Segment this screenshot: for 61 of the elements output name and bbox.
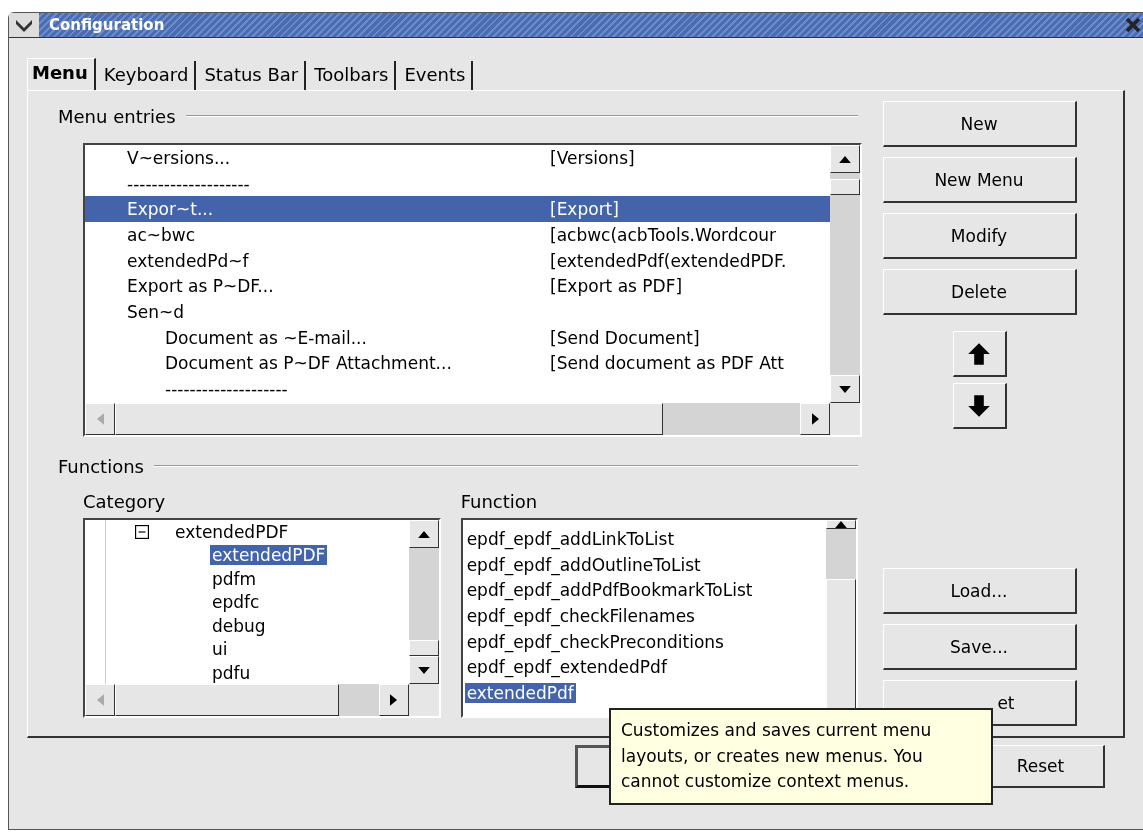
tree-item[interactable]: pdfu xyxy=(210,662,253,683)
tab[interactable]: Menu xyxy=(27,58,96,90)
down-arrow-icon xyxy=(967,393,991,418)
menu-entry-row[interactable]: V~ersions... [Versions] xyxy=(85,145,830,171)
scrollbar-corner xyxy=(408,684,439,716)
function-item[interactable]: epdf_epdf_extendedPdf xyxy=(464,657,669,678)
menu-entry-row[interactable]: Document as ~E-mail... [Send Document] xyxy=(85,324,830,351)
menu-entry-row[interactable]: Expor~t... [Export] xyxy=(85,196,830,223)
up-arrow-icon[interactable] xyxy=(417,530,430,538)
scroll-thumb[interactable] xyxy=(115,403,663,435)
right-arrow-icon[interactable] xyxy=(811,413,819,425)
scroll-thumb[interactable] xyxy=(830,179,860,195)
up-arrow-icon[interactable] xyxy=(835,521,847,528)
move-down-button[interactable] xyxy=(952,383,1007,429)
menu-entry-row[interactable]: ac~bwc [acbwc(acbTools.Wordcour xyxy=(85,222,830,248)
up-arrow-icon[interactable] xyxy=(839,155,851,163)
tree-item[interactable]: extendedPDF xyxy=(210,545,328,566)
function-item[interactable]: extendedPdf xyxy=(464,682,576,703)
vertical-scrollbar[interactable] xyxy=(830,145,860,403)
dialog-button[interactable]: New Menu xyxy=(882,157,1077,203)
down-arrow-icon[interactable] xyxy=(417,666,430,674)
vertical-scrollbar[interactable] xyxy=(408,520,439,684)
function-item[interactable]: epdf_epdf_addLinkToList xyxy=(464,528,677,549)
menu-entry-row[interactable]: Sen~d xyxy=(85,299,830,325)
chevron-icon[interactable] xyxy=(9,13,39,37)
dialog-button[interactable]: Save... xyxy=(882,624,1077,670)
menu-entry-row[interactable]: Document as P~DF Attachment... [Send document as PDF Att xyxy=(85,350,830,377)
move-up-button[interactable] xyxy=(952,331,1007,377)
tree-item[interactable]: ui xyxy=(210,639,230,660)
dialog-button[interactable]: Load... xyxy=(882,568,1077,614)
tooltip: Customizes and saves current menu layouts, or creates new menus. You cannot customize context menus. xyxy=(609,708,993,805)
right-arrow-icon[interactable] xyxy=(390,694,398,706)
horizontal-scrollbar[interactable] xyxy=(85,403,860,435)
menu-entry-row[interactable]: Export as P~DF... [Export as PDF] xyxy=(85,273,830,300)
tree-item[interactable]: pdfm xyxy=(210,568,259,589)
function-item[interactable]: epdf_epdf_checkFilenames xyxy=(464,605,697,626)
menu-entry-row[interactable]: -------------------- xyxy=(85,170,830,197)
scroll-thumb[interactable] xyxy=(408,640,439,656)
horizontal-scrollbar[interactable] xyxy=(85,684,439,716)
function-item[interactable]: epdf_epdf_addPdfBookmarkToList xyxy=(464,580,755,601)
up-arrow-icon xyxy=(967,341,991,366)
list-label: Function xyxy=(460,491,539,512)
dialog-button[interactable]: Modify xyxy=(882,213,1077,259)
tree-item[interactable]: extendedPDF xyxy=(173,521,291,542)
window-title: Configuration xyxy=(49,16,166,34)
function-item[interactable]: epdf_epdf_addOutlineToList xyxy=(464,554,703,575)
collapse-icon[interactable] xyxy=(135,524,149,539)
list-label: Category xyxy=(83,491,167,512)
scroll-thumb[interactable] xyxy=(115,684,340,716)
menu-entry-row[interactable]: -------------------- xyxy=(85,376,830,402)
dialog-button[interactable]: New xyxy=(882,101,1077,147)
function-item[interactable]: epdf_epdf_checkPreconditions xyxy=(464,631,726,652)
group-label: Menu entries xyxy=(58,105,176,127)
down-arrow-icon[interactable] xyxy=(839,385,851,393)
scrollbar-corner xyxy=(830,403,860,435)
dialog-button[interactable]: Delete xyxy=(882,269,1077,315)
tree-item[interactable]: debug xyxy=(210,615,268,636)
close-icon[interactable] xyxy=(1125,17,1141,33)
tree-item[interactable]: epdfc xyxy=(210,592,262,613)
group-label: Functions xyxy=(58,455,144,477)
menu-entry-row[interactable]: extendedPd~f [extendedPdf(extendedPDF. xyxy=(85,247,830,274)
